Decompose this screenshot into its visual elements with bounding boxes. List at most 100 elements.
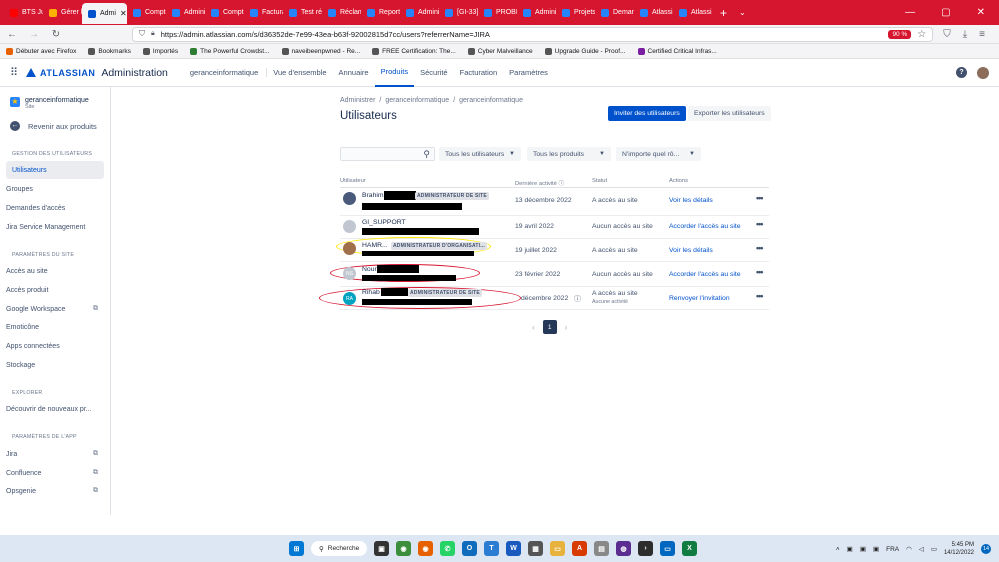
bookmark-item[interactable]: Importés bbox=[142, 47, 178, 55]
info-icon[interactable]: ⓘ bbox=[574, 294, 581, 304]
view-details-link[interactable]: Voir les détails bbox=[669, 247, 713, 254]
bookmark-star-icon[interactable]: ☆ bbox=[917, 29, 926, 40]
view-details-link[interactable]: Voir les détails bbox=[669, 197, 713, 204]
browser-tab[interactable]: BTS Jung bbox=[4, 0, 43, 25]
chevron-left-icon[interactable]: ‹ bbox=[532, 323, 535, 332]
clock[interactable]: 5:45 PM 14/12/2022 bbox=[944, 541, 974, 557]
excel-icon[interactable]: X bbox=[682, 541, 697, 556]
browser-tab[interactable]: Adminis bbox=[166, 0, 205, 25]
filter-users[interactable]: Tous les utilisateurs ▼ bbox=[439, 147, 521, 161]
task-view-icon[interactable]: ▣ bbox=[374, 541, 389, 556]
user-name[interactable]: Rihab bbox=[362, 289, 380, 296]
pdf-icon[interactable]: A bbox=[572, 541, 587, 556]
download-icon[interactable]: ⤓ bbox=[963, 29, 967, 40]
language-indicator[interactable]: FRA bbox=[886, 546, 899, 553]
forward-arrow-icon[interactable]: → bbox=[28, 29, 40, 40]
chevron-right-icon[interactable]: › bbox=[565, 323, 568, 332]
chrome-icon[interactable]: ◉ bbox=[396, 541, 411, 556]
user-name[interactable]: HAMR... bbox=[362, 242, 388, 249]
bookmark-item[interactable]: The Powerful Crowdst... bbox=[190, 47, 270, 55]
bookmark-item[interactable]: naveibeenpwned - Re... bbox=[281, 47, 360, 55]
nav-settings[interactable]: Paramètres bbox=[503, 59, 554, 87]
chevron-up-icon[interactable]: ˄ bbox=[836, 546, 840, 553]
sidebar-item-emoji[interactable]: Emoticône bbox=[0, 318, 104, 336]
minimize-icon[interactable]: — bbox=[905, 7, 915, 18]
more-actions-icon[interactable]: ••• bbox=[756, 291, 764, 301]
reload-icon[interactable]: ↻ bbox=[50, 29, 62, 40]
sidebar-item-access-requests[interactable]: Demandes d'accès bbox=[0, 199, 104, 217]
sidebar-item-opsgenie[interactable]: Opsgenie ⧉ bbox=[0, 482, 104, 500]
browser-tab[interactable]: Compte bbox=[127, 0, 166, 25]
whatsapp-icon[interactable]: ✆ bbox=[440, 541, 455, 556]
browser-tab[interactable]: Projets - bbox=[556, 0, 595, 25]
windows-start-icon[interactable]: ⊞ bbox=[289, 541, 304, 556]
nav-billing[interactable]: Facturation bbox=[454, 59, 504, 87]
volume-icon[interactable]: ◁ bbox=[919, 545, 924, 553]
pocket-icon[interactable]: ⛉ bbox=[943, 29, 951, 40]
nav-overview[interactable]: Vue d'ensemble bbox=[267, 59, 332, 87]
browser-tab[interactable]: Report a bbox=[361, 0, 400, 25]
breadcrumb-item[interactable]: geranceinformatique bbox=[459, 97, 523, 104]
export-users-button[interactable]: Exporter les utilisateurs bbox=[688, 106, 771, 121]
user-name[interactable]: Brahim bbox=[362, 192, 384, 199]
wifi-icon[interactable]: ◠ bbox=[906, 545, 912, 553]
resend-invite-link[interactable]: Renvoyer l'invitation bbox=[669, 295, 730, 302]
bookmark-item[interactable]: FREE Certification: The... bbox=[372, 47, 456, 55]
bookmark-item[interactable]: Cyber Malveillance bbox=[467, 47, 533, 55]
bookmark-item[interactable]: Débuter avec Firefox bbox=[6, 47, 76, 55]
browser-tab[interactable]: Adminis bbox=[400, 0, 439, 25]
browser-tab[interactable]: PROBLEM bbox=[478, 0, 517, 25]
user-name[interactable]: GI_SUPPORT bbox=[362, 219, 406, 226]
sidebar-item-confluence[interactable]: Confluence ⧉ bbox=[0, 464, 104, 482]
browser-tab[interactable]: Réclamat bbox=[322, 0, 361, 25]
browser-tab[interactable]: Atlassian bbox=[673, 0, 712, 25]
more-actions-icon[interactable]: ••• bbox=[756, 267, 764, 277]
more-actions-icon[interactable]: ••• bbox=[756, 243, 764, 253]
more-actions-icon[interactable]: ••• bbox=[756, 219, 764, 229]
invite-users-button[interactable]: Inviter des utilisateurs bbox=[608, 106, 686, 121]
sidebar-item-google-workspace[interactable]: Google Workspace ⧉ bbox=[0, 300, 104, 318]
bookmark-item[interactable]: Bookmarks bbox=[88, 47, 131, 55]
filter-roles[interactable]: N'importe quel rô... ▼ bbox=[616, 147, 701, 161]
help-icon[interactable]: ? bbox=[956, 67, 967, 78]
sidebar-item-site-access[interactable]: Accès au site bbox=[0, 262, 104, 280]
tray-app-icon[interactable]: ▣ bbox=[860, 545, 866, 553]
sidebar-item-users[interactable]: Utilisateurs bbox=[6, 161, 104, 179]
browser-tab[interactable]: Test récla bbox=[283, 0, 322, 25]
sidebar-item-groups[interactable]: Groupes bbox=[0, 180, 104, 198]
calculator-icon[interactable]: ▦ bbox=[528, 541, 543, 556]
battery-icon[interactable]: ▭ bbox=[931, 545, 937, 553]
browser-tab[interactable]: Atlassian bbox=[634, 0, 673, 25]
grant-access-link[interactable]: Accorder l'accès au site bbox=[669, 223, 741, 230]
browser-tab[interactable]: Facturat bbox=[244, 0, 283, 25]
back-arrow-icon[interactable]: ← bbox=[6, 29, 18, 40]
user-name[interactable]: Nour bbox=[362, 266, 377, 273]
zoom-badge[interactable]: 90 % bbox=[888, 29, 912, 39]
maximize-icon[interactable]: ▢ bbox=[941, 7, 950, 18]
terminal-icon[interactable]: › bbox=[638, 541, 653, 556]
browser-tab[interactable]: Compte bbox=[205, 0, 244, 25]
browser-tab[interactable]: Demand bbox=[595, 0, 634, 25]
filter-products[interactable]: Tous les produits ▼ bbox=[527, 147, 611, 161]
sidebar-item-jsm[interactable]: Jira Service Management bbox=[0, 218, 104, 236]
nav-directory[interactable]: Annuaire bbox=[333, 59, 375, 87]
file-explorer-icon[interactable]: ▭ bbox=[550, 541, 565, 556]
browser-tab[interactable]: Adminis bbox=[517, 0, 556, 25]
sidebar-item-storage[interactable]: Stockage bbox=[0, 356, 104, 374]
close-tab-icon[interactable]: ✕ bbox=[120, 9, 127, 18]
sidebar-item-jira[interactable]: Jira ⧉ bbox=[0, 445, 104, 463]
search-input[interactable]: ⚲ bbox=[340, 147, 435, 161]
remote-desktop-icon[interactable]: ▭ bbox=[660, 541, 675, 556]
breadcrumb-item[interactable]: geranceinformatique bbox=[385, 97, 449, 104]
taskbar-search[interactable]: ⚲ Recherche bbox=[311, 541, 367, 556]
notification-badge[interactable]: 14 bbox=[981, 544, 991, 554]
new-tab-icon[interactable]: + bbox=[712, 6, 735, 20]
sidebar-item-discover[interactable]: Découvrir de nouveaux pr... bbox=[0, 400, 104, 418]
tab-list-icon[interactable]: ⌄ bbox=[735, 8, 750, 17]
site-switcher[interactable]: ★ geranceinformatique Site bbox=[10, 97, 104, 110]
browser-tab[interactable]: Admi ✕ bbox=[82, 3, 127, 24]
bookmark-item[interactable]: Upgrade Guide - Proof... bbox=[544, 47, 626, 55]
teams-icon[interactable]: T bbox=[484, 541, 499, 556]
browser-tab[interactable]: Gérer les bbox=[43, 0, 82, 25]
nav-products[interactable]: Produits bbox=[374, 59, 415, 87]
